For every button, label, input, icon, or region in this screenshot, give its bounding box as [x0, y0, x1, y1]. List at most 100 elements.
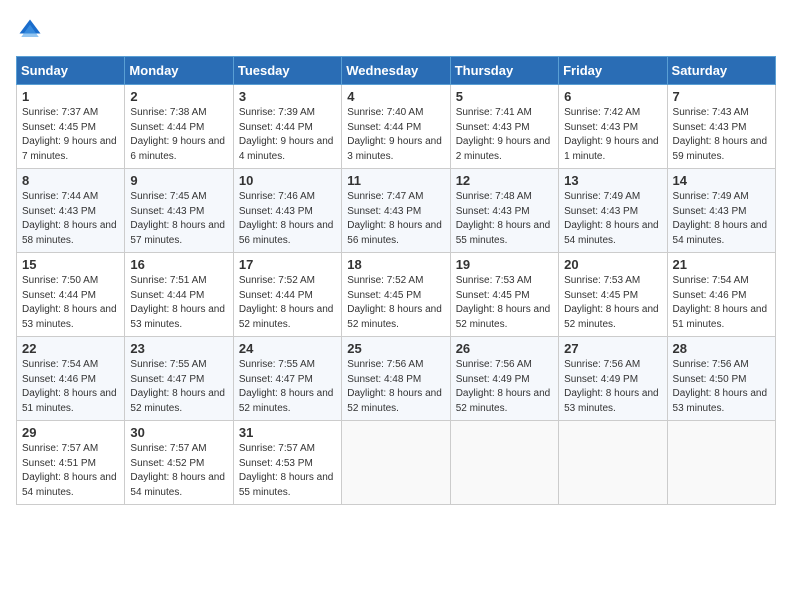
sunset-label: Sunset: 4:43 PM: [673, 206, 747, 217]
day-info: Sunrise: 7:57 AM Sunset: 4:52 PM Dayligh…: [130, 442, 227, 500]
daylight-label: Daylight: 8 hours and 54 minutes.: [673, 220, 768, 246]
sunrise-label: Sunrise: 7:41 AM: [456, 107, 532, 118]
day-number: 9: [130, 173, 227, 188]
day-info: Sunrise: 7:57 AM Sunset: 4:53 PM Dayligh…: [239, 442, 336, 500]
day-number: 31: [239, 425, 336, 440]
day-number: 4: [347, 89, 444, 104]
sunrise-label: Sunrise: 7:42 AM: [564, 107, 640, 118]
day-info: Sunrise: 7:47 AM Sunset: 4:43 PM Dayligh…: [347, 190, 444, 248]
day-number: 10: [239, 173, 336, 188]
day-number: 7: [673, 89, 770, 104]
daylight-label: Daylight: 8 hours and 52 minutes.: [564, 304, 659, 330]
sunset-label: Sunset: 4:44 PM: [130, 122, 204, 133]
sunrise-label: Sunrise: 7:47 AM: [347, 191, 423, 202]
empty-cell: [450, 421, 558, 505]
sunset-label: Sunset: 4:43 PM: [22, 206, 96, 217]
day-info: Sunrise: 7:40 AM Sunset: 4:44 PM Dayligh…: [347, 106, 444, 164]
day-info: Sunrise: 7:43 AM Sunset: 4:43 PM Dayligh…: [673, 106, 770, 164]
weekday-header: Thursday: [450, 57, 558, 85]
sunrise-label: Sunrise: 7:37 AM: [22, 107, 98, 118]
sunrise-label: Sunrise: 7:57 AM: [22, 443, 98, 454]
sunrise-label: Sunrise: 7:49 AM: [673, 191, 749, 202]
calendar-day-cell: 7 Sunrise: 7:43 AM Sunset: 4:43 PM Dayli…: [667, 85, 775, 169]
day-number: 11: [347, 173, 444, 188]
day-info: Sunrise: 7:48 AM Sunset: 4:43 PM Dayligh…: [456, 190, 553, 248]
calendar-day-cell: 27 Sunrise: 7:56 AM Sunset: 4:49 PM Dayl…: [559, 337, 667, 421]
sunrise-label: Sunrise: 7:52 AM: [347, 275, 423, 286]
sunset-label: Sunset: 4:45 PM: [564, 290, 638, 301]
day-info: Sunrise: 7:46 AM Sunset: 4:43 PM Dayligh…: [239, 190, 336, 248]
day-info: Sunrise: 7:49 AM Sunset: 4:43 PM Dayligh…: [564, 190, 661, 248]
sunrise-label: Sunrise: 7:55 AM: [239, 359, 315, 370]
sunset-label: Sunset: 4:46 PM: [673, 290, 747, 301]
calendar-day-cell: 5 Sunrise: 7:41 AM Sunset: 4:43 PM Dayli…: [450, 85, 558, 169]
daylight-label: Daylight: 8 hours and 54 minutes.: [130, 472, 225, 498]
sunrise-label: Sunrise: 7:53 AM: [456, 275, 532, 286]
daylight-label: Daylight: 9 hours and 1 minute.: [564, 136, 659, 162]
calendar-day-cell: 2 Sunrise: 7:38 AM Sunset: 4:44 PM Dayli…: [125, 85, 233, 169]
sunrise-label: Sunrise: 7:57 AM: [239, 443, 315, 454]
sunrise-label: Sunrise: 7:56 AM: [564, 359, 640, 370]
sunrise-label: Sunrise: 7:52 AM: [239, 275, 315, 286]
sunset-label: Sunset: 4:43 PM: [456, 122, 530, 133]
day-info: Sunrise: 7:51 AM Sunset: 4:44 PM Dayligh…: [130, 274, 227, 332]
day-number: 17: [239, 257, 336, 272]
daylight-label: Daylight: 8 hours and 51 minutes.: [22, 388, 117, 414]
day-info: Sunrise: 7:52 AM Sunset: 4:45 PM Dayligh…: [347, 274, 444, 332]
sunset-label: Sunset: 4:49 PM: [456, 374, 530, 385]
calendar-week-row: 29 Sunrise: 7:57 AM Sunset: 4:51 PM Dayl…: [17, 421, 776, 505]
calendar-day-cell: 4 Sunrise: 7:40 AM Sunset: 4:44 PM Dayli…: [342, 85, 450, 169]
sunset-label: Sunset: 4:43 PM: [347, 206, 421, 217]
weekday-header: Tuesday: [233, 57, 341, 85]
day-number: 26: [456, 341, 553, 356]
day-info: Sunrise: 7:56 AM Sunset: 4:49 PM Dayligh…: [456, 358, 553, 416]
daylight-label: Daylight: 9 hours and 7 minutes.: [22, 136, 117, 162]
day-info: Sunrise: 7:39 AM Sunset: 4:44 PM Dayligh…: [239, 106, 336, 164]
daylight-label: Daylight: 8 hours and 52 minutes.: [239, 304, 334, 330]
sunrise-label: Sunrise: 7:53 AM: [564, 275, 640, 286]
day-info: Sunrise: 7:45 AM Sunset: 4:43 PM Dayligh…: [130, 190, 227, 248]
calendar-week-row: 22 Sunrise: 7:54 AM Sunset: 4:46 PM Dayl…: [17, 337, 776, 421]
calendar-day-cell: 12 Sunrise: 7:48 AM Sunset: 4:43 PM Dayl…: [450, 169, 558, 253]
weekday-header: Saturday: [667, 57, 775, 85]
day-number: 14: [673, 173, 770, 188]
daylight-label: Daylight: 8 hours and 52 minutes.: [456, 388, 551, 414]
calendar-day-cell: 20 Sunrise: 7:53 AM Sunset: 4:45 PM Dayl…: [559, 253, 667, 337]
sunrise-label: Sunrise: 7:45 AM: [130, 191, 206, 202]
sunrise-label: Sunrise: 7:49 AM: [564, 191, 640, 202]
sunset-label: Sunset: 4:44 PM: [347, 122, 421, 133]
day-info: Sunrise: 7:38 AM Sunset: 4:44 PM Dayligh…: [130, 106, 227, 164]
calendar-day-cell: 13 Sunrise: 7:49 AM Sunset: 4:43 PM Dayl…: [559, 169, 667, 253]
day-number: 18: [347, 257, 444, 272]
day-number: 23: [130, 341, 227, 356]
sunset-label: Sunset: 4:46 PM: [22, 374, 96, 385]
calendar-day-cell: 22 Sunrise: 7:54 AM Sunset: 4:46 PM Dayl…: [17, 337, 125, 421]
calendar-day-cell: 24 Sunrise: 7:55 AM Sunset: 4:47 PM Dayl…: [233, 337, 341, 421]
calendar-day-cell: 19 Sunrise: 7:53 AM Sunset: 4:45 PM Dayl…: [450, 253, 558, 337]
sunset-label: Sunset: 4:45 PM: [456, 290, 530, 301]
sunrise-label: Sunrise: 7:56 AM: [347, 359, 423, 370]
daylight-label: Daylight: 9 hours and 3 minutes.: [347, 136, 442, 162]
logo-icon: [16, 16, 44, 44]
logo: [16, 16, 48, 44]
sunset-label: Sunset: 4:45 PM: [22, 122, 96, 133]
calendar-day-cell: 6 Sunrise: 7:42 AM Sunset: 4:43 PM Dayli…: [559, 85, 667, 169]
empty-cell: [559, 421, 667, 505]
calendar-day-cell: 17 Sunrise: 7:52 AM Sunset: 4:44 PM Dayl…: [233, 253, 341, 337]
sunrise-label: Sunrise: 7:44 AM: [22, 191, 98, 202]
calendar-day-cell: 31 Sunrise: 7:57 AM Sunset: 4:53 PM Dayl…: [233, 421, 341, 505]
empty-cell: [667, 421, 775, 505]
sunrise-label: Sunrise: 7:55 AM: [130, 359, 206, 370]
day-info: Sunrise: 7:37 AM Sunset: 4:45 PM Dayligh…: [22, 106, 119, 164]
sunset-label: Sunset: 4:48 PM: [347, 374, 421, 385]
sunset-label: Sunset: 4:43 PM: [564, 206, 638, 217]
sunset-label: Sunset: 4:43 PM: [564, 122, 638, 133]
calendar-week-row: 1 Sunrise: 7:37 AM Sunset: 4:45 PM Dayli…: [17, 85, 776, 169]
sunrise-label: Sunrise: 7:39 AM: [239, 107, 315, 118]
calendar-day-cell: 21 Sunrise: 7:54 AM Sunset: 4:46 PM Dayl…: [667, 253, 775, 337]
day-info: Sunrise: 7:53 AM Sunset: 4:45 PM Dayligh…: [456, 274, 553, 332]
day-number: 2: [130, 89, 227, 104]
day-number: 24: [239, 341, 336, 356]
sunset-label: Sunset: 4:47 PM: [130, 374, 204, 385]
sunset-label: Sunset: 4:51 PM: [22, 458, 96, 469]
